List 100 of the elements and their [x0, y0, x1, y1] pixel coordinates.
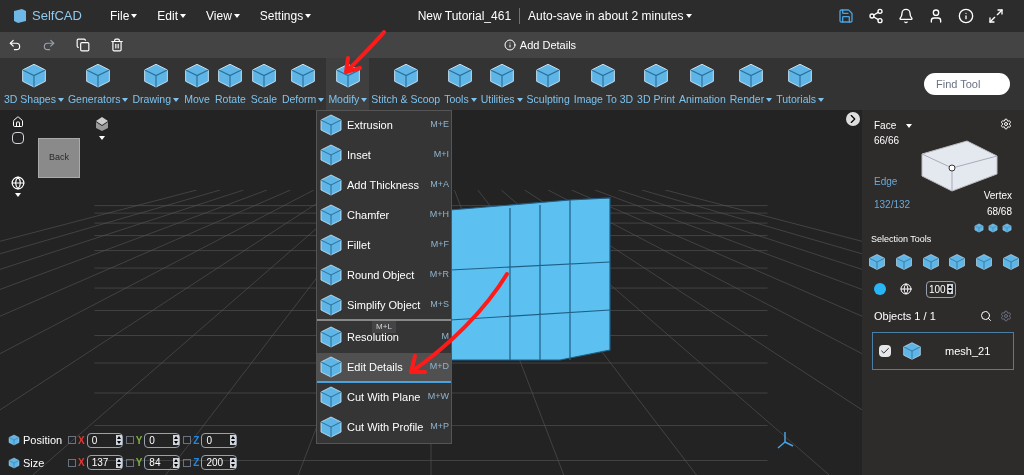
- toolbar-tool[interactable]: Tutorials: [774, 58, 827, 110]
- redo-icon[interactable]: [42, 38, 56, 52]
- toolbar-tool[interactable]: Drawing: [130, 58, 181, 110]
- axis-label: Z: [193, 456, 200, 471]
- lock-checkbox[interactable]: [125, 458, 134, 467]
- spinner-icon[interactable]: [230, 435, 237, 446]
- toolbar-tool[interactable]: 3D Shapes: [2, 58, 66, 110]
- edge-count: 132/132: [874, 198, 911, 212]
- lock-checkbox[interactable]: [68, 436, 76, 445]
- caret-icon: [305, 14, 312, 18]
- toolbar-tool[interactable]: Modify: [326, 58, 370, 110]
- toolbar-tool[interactable]: Move: [181, 58, 213, 110]
- axis-label: Y: [135, 456, 143, 471]
- edge-label: Edge: [874, 175, 899, 189]
- color-swatch[interactable]: [874, 283, 886, 295]
- spinner-icon[interactable]: [173, 435, 180, 446]
- number-field[interactable]: 200: [201, 455, 238, 471]
- toolbar-tool[interactable]: Stitch & Scoop: [369, 58, 443, 110]
- share-icon[interactable]: [868, 8, 884, 24]
- info-icon[interactable]: [958, 8, 974, 24]
- copy-icon[interactable]: [76, 38, 90, 52]
- spinner-icon[interactable]: [115, 435, 122, 446]
- spinner-icon[interactable]: [173, 457, 180, 468]
- toolbar-tool[interactable]: Sculpting: [524, 58, 572, 110]
- find-tool-field[interactable]: Find Tool: [924, 73, 1010, 95]
- cube-icon: [589, 62, 618, 90]
- caret-icon: [131, 14, 138, 18]
- axis-label: Z: [193, 433, 200, 448]
- undo-icon[interactable]: [8, 38, 22, 52]
- vertex-count: 68/68: [986, 205, 1012, 219]
- caret-icon: [516, 98, 523, 103]
- cube-icon: [921, 252, 940, 271]
- cube-icon: [249, 62, 278, 90]
- toolbar-tool[interactable]: Scale: [247, 58, 280, 110]
- toolbar-tool[interactable]: Animation: [677, 58, 728, 110]
- menu-item[interactable]: View: [206, 7, 240, 25]
- lock-checkbox[interactable]: [68, 458, 76, 467]
- globe-icon[interactable]: [11, 176, 25, 190]
- lock-checkbox[interactable]: [183, 436, 192, 445]
- home-icon[interactable]: [12, 116, 24, 128]
- opacity-field[interactable]: 100: [926, 280, 956, 298]
- caret-icon: [685, 14, 692, 18]
- axis-indicator-icon: [775, 430, 795, 450]
- cube-icon: [868, 252, 886, 271]
- toolbar-tool[interactable]: Image To 3D: [571, 58, 636, 110]
- toolbar-tool[interactable]: Rotate: [213, 58, 248, 110]
- number-field[interactable]: 137: [86, 455, 123, 471]
- vertex-label: Vertex: [983, 189, 1012, 203]
- save-icon[interactable]: [838, 8, 854, 24]
- toolbar-tool[interactable]: 3D Print: [635, 58, 678, 110]
- menu-item[interactable]: File: [110, 7, 138, 25]
- document-title: New Tutorial_461: [417, 8, 512, 25]
- cube-icon: [642, 62, 671, 90]
- menu-item[interactable]: Edit: [157, 7, 187, 25]
- toolbar-tool[interactable]: Render: [727, 58, 775, 110]
- number-field[interactable]: 0: [86, 432, 123, 448]
- fullscreen-icon[interactable]: [988, 8, 1004, 24]
- menu-item[interactable]: Settings: [259, 7, 312, 25]
- number-field[interactable]: 0: [201, 432, 238, 448]
- cube-icon: [975, 252, 994, 271]
- transform-label: Size: [23, 455, 46, 471]
- user-icon[interactable]: [928, 8, 944, 24]
- menu-item[interactable]: Edit Details M+D: [317, 353, 451, 383]
- cube-icon: [319, 203, 343, 227]
- toolbar-tool[interactable]: Tools: [442, 58, 479, 110]
- spinner-icon[interactable]: [230, 457, 237, 468]
- toolbar-tool[interactable]: Deform: [279, 58, 327, 110]
- number-field[interactable]: 84: [144, 455, 181, 471]
- collapse-panel-icon[interactable]: [846, 112, 860, 126]
- sphere-icon[interactable]: [900, 283, 912, 295]
- toolbar-tool[interactable]: Generators: [65, 58, 131, 110]
- shortcut-tooltip: M+L: [372, 321, 396, 333]
- cube-icon: [1002, 252, 1020, 271]
- notification-icon[interactable]: [898, 8, 914, 24]
- spinner-icon[interactable]: [115, 457, 122, 468]
- cube-icon: [974, 223, 984, 233]
- face-mode-dropdown[interactable]: Face: [874, 118, 913, 133]
- object-checkbox[interactable]: [879, 345, 891, 357]
- lock-checkbox[interactable]: [125, 436, 134, 445]
- cube-icon: [736, 62, 765, 90]
- axis-label: X: [78, 433, 85, 448]
- caret-icon[interactable]: [15, 193, 21, 197]
- caret-icon: [122, 98, 129, 103]
- toolbar-tool[interactable]: Utilities: [478, 58, 525, 110]
- search-icon[interactable]: [980, 309, 992, 322]
- objects-title: Objects 1 / 1: [874, 308, 936, 324]
- view-cube[interactable]: Back: [38, 138, 80, 178]
- cube-icon: [391, 62, 420, 90]
- delete-icon[interactable]: [110, 38, 124, 52]
- menu-item[interactable]: Simplify Object M+S: [317, 291, 451, 321]
- cube-icon: [19, 62, 48, 90]
- spinner-icon[interactable]: [946, 284, 953, 294]
- object-row[interactable]: mesh_21: [872, 332, 1014, 370]
- autosave-dropdown[interactable]: Auto-save in about 2 minutes: [528, 7, 692, 25]
- cube-icon: [1002, 223, 1012, 233]
- caret-icon: [57, 98, 64, 103]
- lock-checkbox[interactable]: [183, 458, 192, 467]
- caret-icon[interactable]: [99, 136, 105, 140]
- axis-label: X: [78, 456, 85, 471]
- number-field[interactable]: 0: [144, 432, 181, 448]
